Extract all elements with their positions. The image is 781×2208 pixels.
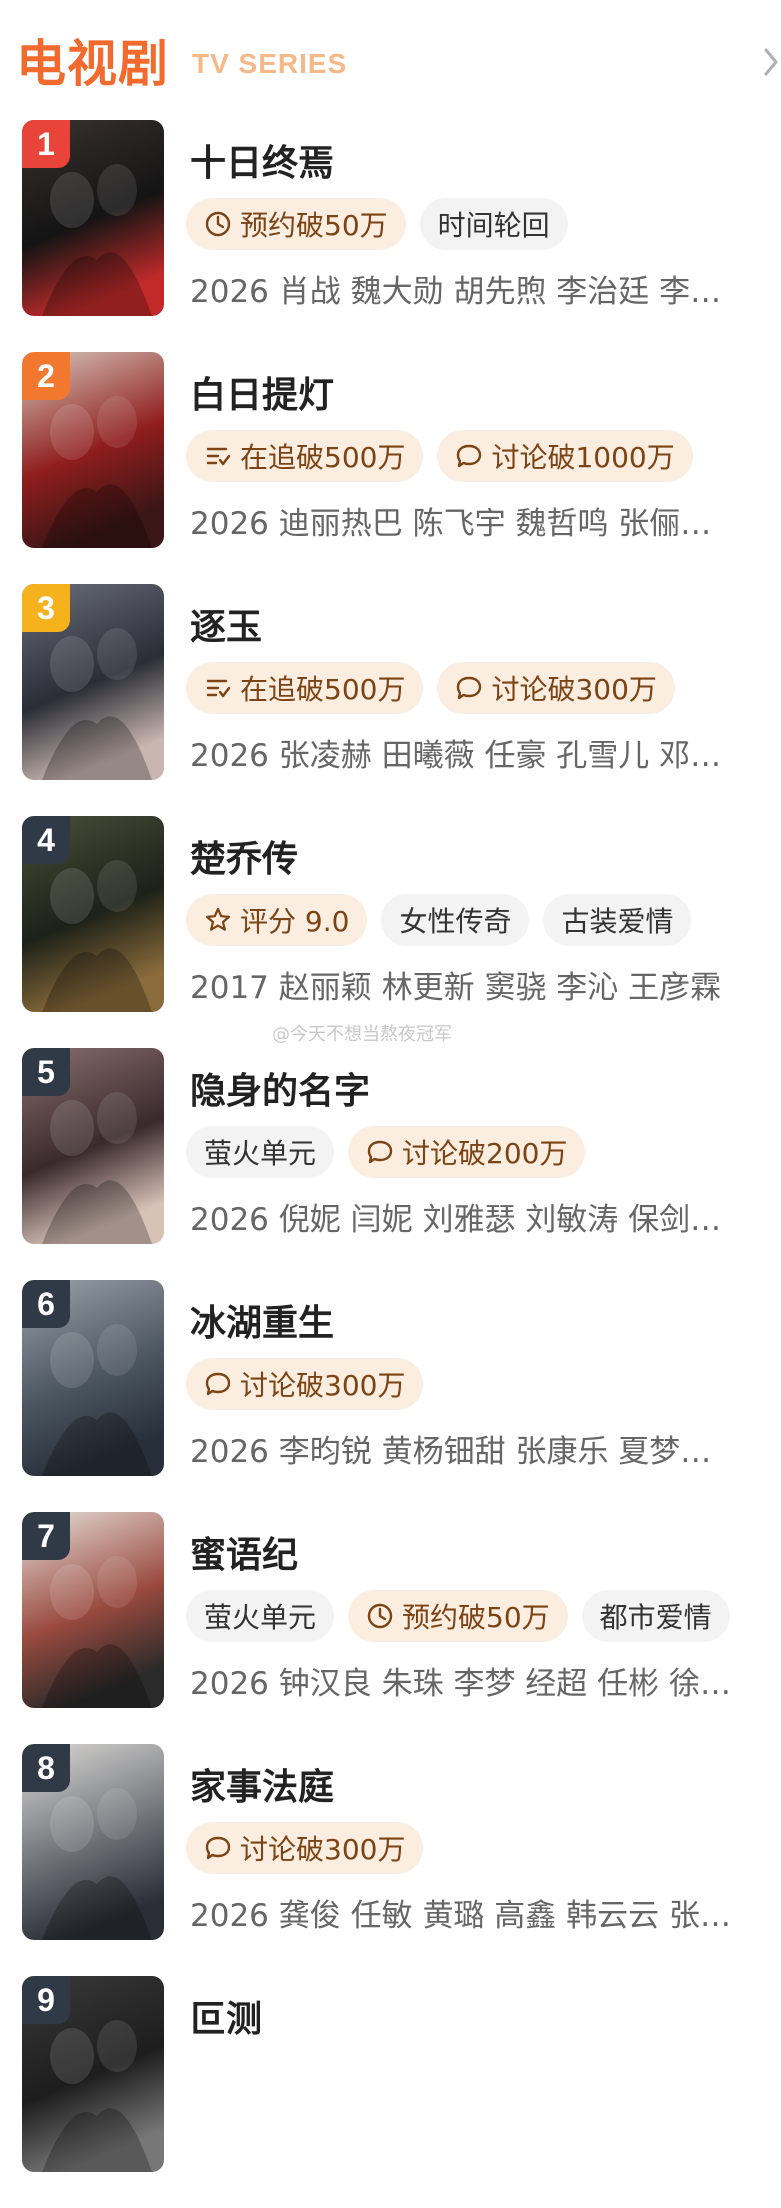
rank-badge: 7: [22, 1512, 70, 1560]
chat-icon: [204, 1370, 232, 1398]
series-meta: 2026 倪妮 闫妮 刘雅瑟 刘敏涛 保剑…: [190, 1202, 722, 1238]
tag-label: 讨论破300万: [240, 1369, 406, 1402]
series-title[interactable]: 隐身的名字: [190, 1062, 370, 1114]
tag-label: 古装爱情: [561, 905, 674, 938]
rank-badge: 5: [22, 1048, 70, 1096]
hot-tag: 在追破500万: [186, 430, 424, 482]
list-item[interactable]: 1 十日终焉预约破50万 时间轮回 2026 肖战 魏大勋 胡先煦 李治廷 李…: [0, 120, 781, 352]
tag-label: 预约破50万: [240, 209, 388, 242]
series-meta: 2026 迪丽热巴 陈飞宇 魏哲鸣 张俪…: [190, 506, 712, 542]
series-title[interactable]: 蜜语纪: [190, 1526, 298, 1578]
genre-tag: 古装爱情: [543, 894, 692, 946]
tag-row: 在追破500万 讨论破1000万: [186, 430, 693, 482]
section-header: 电视剧 TV SERIES: [0, 0, 781, 110]
tag-row: 萤火单元 讨论破200万: [186, 1126, 586, 1178]
list-item[interactable]: 7 蜜语纪萤火单元 预约破50万 都市爱情 2026 钟汉良 朱珠 李梦 经超 任彬 徐…: [0, 1512, 781, 1744]
poster-image[interactable]: 2: [22, 352, 164, 548]
list-item[interactable]: 5 隐身的名字萤火单元 讨论破200万 2026 倪妮 闫妮 刘雅瑟 刘敏涛 保剑…: [0, 1048, 781, 1280]
chevron-right-icon[interactable]: [760, 42, 781, 82]
tag-label: 在追破500万: [240, 673, 406, 706]
chat-icon: [204, 1834, 232, 1862]
list-item[interactable]: 6 冰湖重生讨论破300万 2026 李昀锐 黄杨钿甜 张康乐 夏梦…: [0, 1280, 781, 1512]
genre-tag: 萤火单元: [186, 1126, 335, 1178]
hot-tag: 预约破50万: [186, 198, 406, 250]
hot-tag: 评分 9.0: [186, 894, 368, 946]
hot-tag: 讨论破300万: [437, 662, 675, 714]
tag-label: 女性传奇: [399, 905, 512, 938]
series-title[interactable]: 十日终焉: [190, 134, 334, 186]
tag-label: 讨论破1000万: [491, 441, 675, 474]
section-subtitle: TV SERIES: [192, 48, 348, 79]
list-item[interactable]: 2 白日提灯在追破500万 讨论破1000万 2026 迪丽热巴 陈飞宇 魏哲鸣 张俪…: [0, 352, 781, 584]
list-item[interactable]: 8 家事法庭讨论破300万 2026 龚俊 任敏 黄璐 高鑫 韩云云 张…: [0, 1744, 781, 1976]
series-meta: 2017 赵丽颖 林更新 窦骁 李沁 王彦霖: [190, 970, 722, 1006]
series-meta: 2026 龚俊 任敏 黄璐 高鑫 韩云云 张…: [190, 1898, 732, 1934]
rank-badge: 9: [22, 1976, 70, 2024]
poster-image[interactable]: 5: [22, 1048, 164, 1244]
rank-badge: 1: [22, 120, 70, 168]
chat-icon: [366, 1138, 394, 1166]
list-item[interactable]: 3 逐玉在追破500万 讨论破300万 2026 张凌赫 田曦薇 任豪 孔雪儿 邓…: [0, 584, 781, 816]
tag-row: 评分 9.0 女性传奇 古装爱情: [186, 894, 692, 946]
hot-tag: 在追破500万: [186, 662, 424, 714]
tag-row: 讨论破300万: [186, 1822, 424, 1874]
hot-tag: 讨论破300万: [186, 1822, 424, 1874]
tag-label: 预约破50万: [402, 1601, 550, 1634]
poster-image[interactable]: 1: [22, 120, 164, 316]
series-title[interactable]: 冰湖重生: [190, 1294, 334, 1346]
list-item[interactable]: 4 楚乔传评分 9.0 女性传奇 古装爱情 2017 赵丽颖 林更新 窦骁 李沁 王彦霖: [0, 816, 781, 1048]
rank-badge: 2: [22, 352, 70, 400]
tag-row: 萤火单元 预约破50万 都市爱情: [186, 1590, 730, 1642]
series-meta: 2026 李昀锐 黄杨钿甜 张康乐 夏梦…: [190, 1434, 712, 1470]
tag-label: 讨论破200万: [402, 1137, 568, 1170]
rank-badge: 8: [22, 1744, 70, 1792]
tag-label: 讨论破300万: [491, 673, 657, 706]
tag-label: 在追破500万: [240, 441, 406, 474]
tag-label: 时间轮回: [437, 209, 550, 242]
chat-icon: [455, 442, 483, 470]
hot-tag: 预约破50万: [348, 1590, 568, 1642]
tag-row: 在追破500万 讨论破300万: [186, 662, 675, 714]
genre-tag: 都市爱情: [581, 1590, 730, 1642]
hot-tag: 讨论破300万: [186, 1358, 424, 1410]
series-meta: 2026 钟汉良 朱珠 李梦 经超 任彬 徐…: [190, 1666, 732, 1702]
clock-icon: [366, 1602, 394, 1630]
tag-label: 讨论破300万: [240, 1833, 406, 1866]
genre-tag: 萤火单元: [186, 1590, 335, 1642]
poster-image[interactable]: 6: [22, 1280, 164, 1476]
poster-image[interactable]: 8: [22, 1744, 164, 1940]
series-meta: 2026 肖战 魏大勋 胡先煦 李治廷 李…: [190, 274, 722, 310]
rank-badge: 6: [22, 1280, 70, 1328]
tag-label: 评分 9.0: [240, 905, 350, 938]
series-title[interactable]: 楚乔传: [190, 830, 298, 882]
section-title: 电视剧: [16, 35, 169, 93]
poster-image[interactable]: 7: [22, 1512, 164, 1708]
list-icon: [204, 674, 232, 702]
tag-label: 萤火单元: [204, 1137, 317, 1170]
series-meta: 2026 张凌赫 田曦薇 任豪 孔雪儿 邓…: [190, 738, 722, 774]
series-title[interactable]: 白日提灯: [190, 366, 334, 418]
star-icon: [204, 906, 232, 934]
chat-icon: [455, 674, 483, 702]
clock-icon: [204, 210, 232, 238]
series-title[interactable]: 家事法庭: [190, 1758, 334, 1810]
tag-label: 萤火单元: [204, 1601, 317, 1634]
list-icon: [204, 442, 232, 470]
genre-tag: 时间轮回: [419, 198, 568, 250]
tag-label: 都市爱情: [599, 1601, 712, 1634]
tag-row: 预约破50万 时间轮回: [186, 198, 568, 250]
series-title[interactable]: 逐玉: [190, 598, 262, 650]
series-title[interactable]: 叵测: [190, 1990, 262, 2042]
poster-image[interactable]: 3: [22, 584, 164, 780]
hot-tag: 讨论破200万: [348, 1126, 586, 1178]
genre-tag: 女性传奇: [381, 894, 530, 946]
rank-badge: 4: [22, 816, 70, 864]
list-item[interactable]: 9 叵测: [0, 1976, 781, 2208]
tag-row: 讨论破300万: [186, 1358, 424, 1410]
poster-image[interactable]: 9: [22, 1976, 164, 2172]
rank-badge: 3: [22, 584, 70, 632]
hot-tag: 讨论破1000万: [437, 430, 693, 482]
watermark: @今天不想当熬夜冠军: [272, 1024, 452, 1045]
poster-image[interactable]: 4: [22, 816, 164, 1012]
